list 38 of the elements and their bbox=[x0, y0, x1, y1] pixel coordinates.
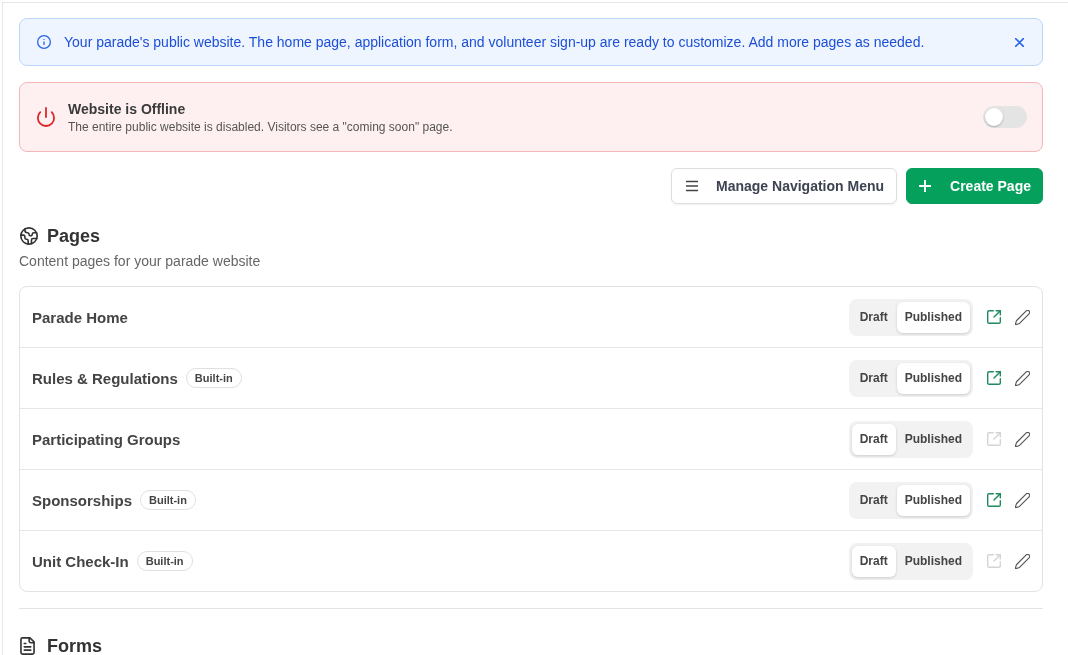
status-option[interactable]: Draft bbox=[851, 423, 896, 455]
page-name: Parade Home bbox=[32, 308, 128, 326]
page-name: Rules & Regulations bbox=[32, 369, 178, 387]
info-icon bbox=[37, 35, 51, 49]
info-message: Your parade's public website. The home page, application form, and volunteer sign-up are ready to customize. Add more pages as needed. bbox=[64, 34, 925, 50]
status-title: Website is Offline bbox=[68, 100, 187, 117]
pencil-icon[interactable] bbox=[1015, 431, 1030, 447]
pencil-icon[interactable] bbox=[1015, 370, 1030, 386]
status-option[interactable]: Draft bbox=[851, 362, 896, 394]
status-option[interactable]: Published bbox=[896, 301, 970, 333]
external-link-icon[interactable] bbox=[987, 493, 1001, 507]
status-option[interactable]: Published bbox=[896, 484, 970, 516]
status-description: The entire public website is disabled. Visitors see a "coming soon" page. bbox=[68, 119, 453, 134]
section-title: Forms bbox=[47, 636, 102, 655]
page-name: Participating Groups bbox=[32, 430, 181, 448]
pencil-icon[interactable] bbox=[1015, 553, 1030, 569]
close-icon[interactable] bbox=[1015, 37, 1024, 47]
status-option[interactable]: Published bbox=[896, 423, 970, 455]
status-option[interactable]: Draft bbox=[851, 484, 896, 516]
document-icon bbox=[20, 637, 35, 655]
page-name: Sponsorships bbox=[32, 491, 132, 509]
plus-icon bbox=[919, 180, 932, 192]
status-option[interactable]: Draft bbox=[851, 301, 896, 333]
page-name: Unit Check-In bbox=[32, 552, 129, 570]
power-icon bbox=[37, 107, 55, 127]
manage-menu-button[interactable]: Manage Navigation Menu bbox=[671, 168, 898, 204]
website-toggle[interactable] bbox=[983, 106, 1027, 128]
external-link-icon[interactable] bbox=[987, 310, 1001, 324]
section-subtitle: Content pages for your parade website bbox=[19, 252, 262, 270]
menu-icon bbox=[686, 180, 699, 192]
external-link-icon[interactable] bbox=[987, 371, 1001, 385]
section-title: Pages bbox=[47, 226, 101, 246]
globe-icon bbox=[20, 227, 38, 245]
pencil-icon[interactable] bbox=[1015, 492, 1030, 508]
status-option[interactable]: Draft bbox=[851, 545, 896, 577]
pencil-icon[interactable] bbox=[1015, 309, 1030, 325]
status-option[interactable]: Published bbox=[896, 545, 970, 577]
status-option[interactable]: Published bbox=[896, 362, 970, 394]
